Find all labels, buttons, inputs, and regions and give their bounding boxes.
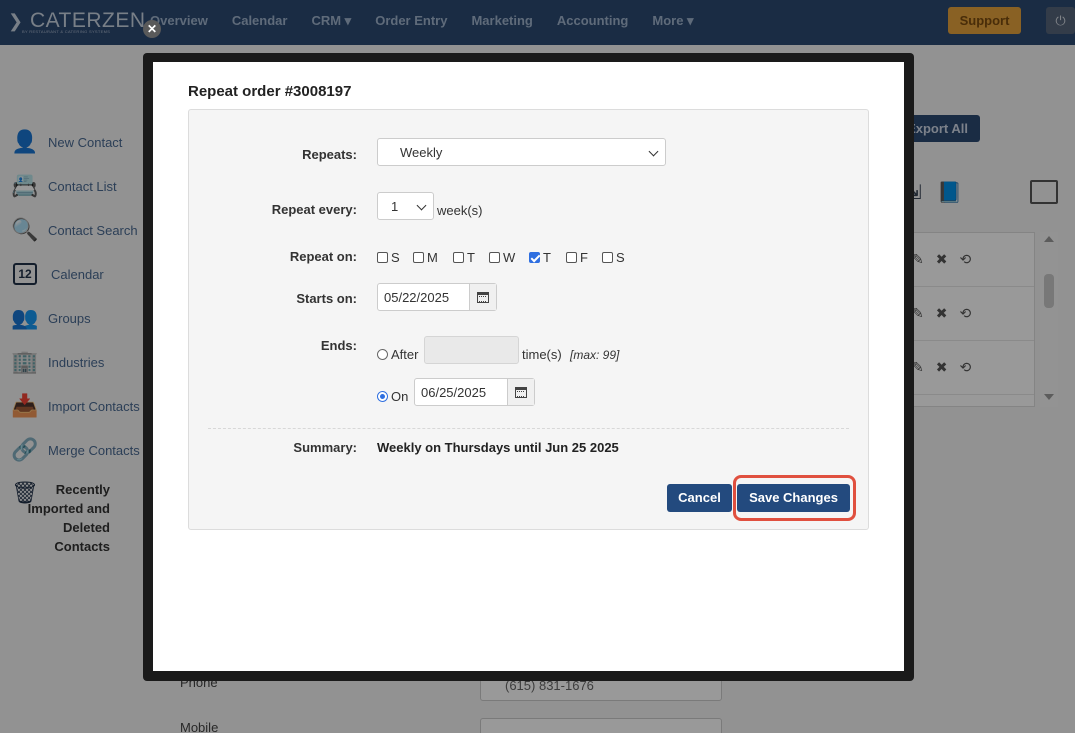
ends-on-option[interactable]: On bbox=[377, 389, 408, 404]
occurrences-input[interactable] bbox=[424, 336, 519, 364]
calendar-icon[interactable] bbox=[508, 379, 534, 405]
checkbox-checked[interactable] bbox=[529, 252, 540, 263]
starts-on-date-input[interactable]: 05/22/2025 bbox=[377, 283, 497, 311]
ends-on-date-input[interactable]: 06/25/2025 bbox=[414, 378, 535, 406]
repeat-order-modal: Repeat order #3008197 Repeats: Weekly Re… bbox=[153, 62, 904, 671]
summary-label: Summary: bbox=[293, 440, 357, 455]
day-checkbox-thursday[interactable]: T bbox=[529, 250, 551, 265]
max-hint: [max: 99] bbox=[570, 348, 620, 362]
calendar-icon[interactable] bbox=[470, 284, 496, 310]
day-checkbox-saturday[interactable]: S bbox=[602, 250, 625, 265]
repeats-value: Weekly bbox=[400, 145, 443, 160]
checkbox[interactable] bbox=[566, 252, 577, 263]
day-checkbox-wednesday[interactable]: W bbox=[489, 250, 515, 265]
save-changes-button[interactable]: Save Changes bbox=[737, 484, 850, 512]
starts-on-value[interactable]: 05/22/2025 bbox=[378, 284, 471, 310]
day-checkbox-sunday[interactable]: S bbox=[377, 250, 400, 265]
repeat-every-unit: week(s) bbox=[437, 203, 483, 218]
repeats-select[interactable]: Weekly bbox=[377, 138, 666, 166]
checkbox[interactable] bbox=[377, 252, 388, 263]
repeat-every-label: Repeat every: bbox=[271, 202, 357, 217]
chevron-down-icon bbox=[648, 146, 659, 157]
ends-on-value[interactable]: 06/25/2025 bbox=[415, 379, 509, 405]
times-label: time(s) bbox=[522, 347, 562, 362]
checkbox[interactable] bbox=[602, 252, 613, 263]
repeats-label: Repeats: bbox=[302, 147, 357, 162]
after-radio[interactable] bbox=[377, 349, 388, 360]
checkbox[interactable] bbox=[453, 252, 464, 263]
cancel-button[interactable]: Cancel bbox=[667, 484, 732, 512]
modal-title: Repeat order #3008197 bbox=[188, 83, 352, 100]
repeat-settings-panel: Repeats: Weekly Repeat every: 1 week(s) … bbox=[188, 109, 869, 530]
day-checkbox-monday[interactable]: M bbox=[413, 250, 438, 265]
checkbox[interactable] bbox=[413, 252, 424, 263]
repeat-every-select[interactable]: 1 bbox=[377, 192, 434, 220]
checkbox[interactable] bbox=[489, 252, 500, 263]
on-radio[interactable] bbox=[377, 391, 388, 402]
day-checkbox-friday[interactable]: F bbox=[566, 250, 588, 265]
chevron-down-icon bbox=[416, 200, 427, 211]
ends-label: Ends: bbox=[320, 338, 357, 353]
day-checkbox-tuesday[interactable]: T bbox=[453, 250, 475, 265]
divider bbox=[208, 428, 849, 429]
repeat-every-value: 1 bbox=[391, 199, 399, 214]
starts-on-label: Starts on: bbox=[296, 291, 357, 306]
ends-after-option[interactable]: After bbox=[377, 347, 418, 362]
repeat-on-label: Repeat on: bbox=[289, 249, 357, 264]
close-icon[interactable]: ✕ bbox=[143, 20, 161, 38]
summary-value: Weekly on Thursdays until Jun 25 2025 bbox=[377, 440, 619, 455]
